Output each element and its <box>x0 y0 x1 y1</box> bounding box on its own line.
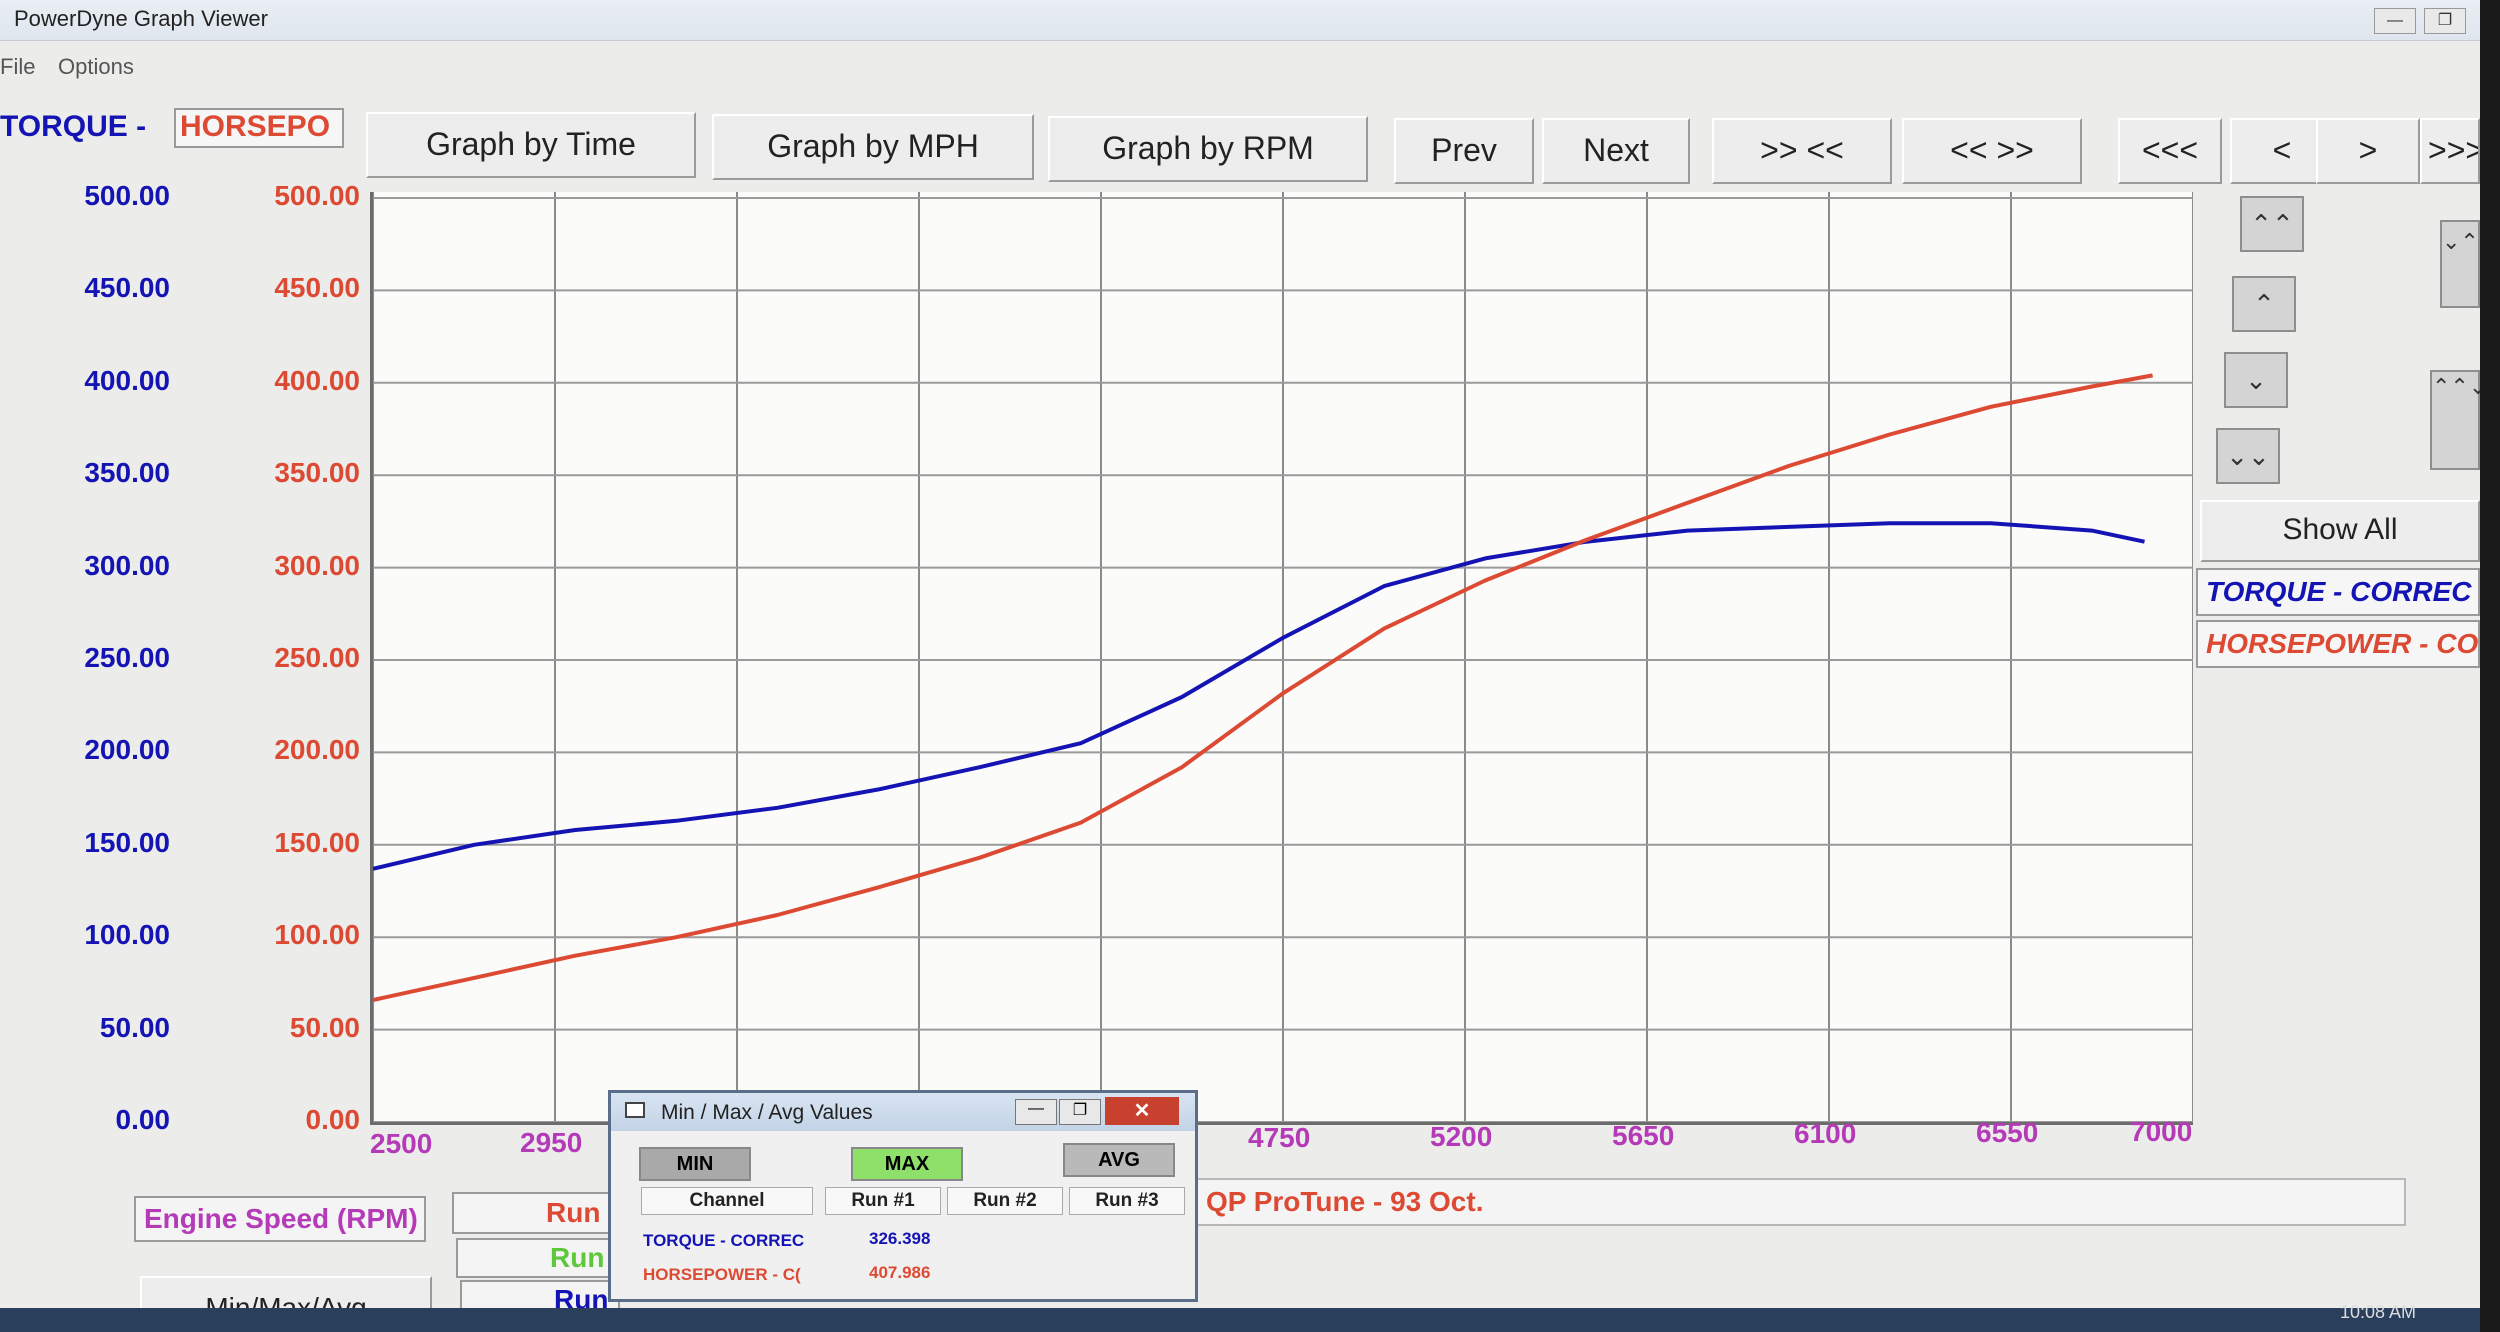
left-tick-label: 350.00 <box>84 457 170 489</box>
row-1-run-1-value: 326.398 <box>869 1229 931 1248</box>
right-tick-label: 100.00 <box>274 919 360 951</box>
show-all-button[interactable]: Show All <box>2200 500 2480 562</box>
avg-button[interactable]: AVG <box>1063 1143 1175 1177</box>
x-tick-label: 6550 <box>1976 1117 2039 1149</box>
left-tick-label: 500.00 <box>84 180 170 211</box>
right-tick-label: 350.00 <box>274 457 360 489</box>
x-tick-label: 6100 <box>1794 1118 1857 1150</box>
left-tick-label: 450.00 <box>84 272 170 304</box>
right-tick-label: 300.00 <box>274 549 360 581</box>
series-line-horsepower <box>372 373 2153 1002</box>
right-axis-title[interactable]: HORSEPO <box>174 108 344 148</box>
scroll-far-left-button[interactable]: <<< <box>2118 118 2222 184</box>
menu-options[interactable]: Options <box>58 54 134 80</box>
x-axis-channel-field[interactable]: Engine Speed (RPM) <box>134 1196 426 1242</box>
right-tick-label: 250.00 <box>274 642 360 673</box>
scroll-far-right-button[interactable]: >>> <box>2420 118 2480 184</box>
right-tick-label: 500.00 <box>274 180 360 211</box>
left-tick-label: 150.00 <box>84 826 170 858</box>
scroll-right-button[interactable]: > <box>2316 118 2420 184</box>
dialog-minimize-button[interactable]: — <box>1015 1099 1057 1125</box>
graph-by-mph-button[interactable]: Graph by MPH <box>712 114 1034 180</box>
graph-area[interactable] <box>370 192 2194 1125</box>
right-tick-label: 400.00 <box>274 364 360 396</box>
window-title: PowerDyne Graph Viewer <box>14 6 268 31</box>
clock[interactable]: 10:08 AM <box>2340 1302 2416 1323</box>
left-tick-label: 250.00 <box>84 642 170 673</box>
scroll-up-button[interactable]: ⌃ <box>2232 276 2296 332</box>
right-scale-down-button[interactable]: ⌃⌃⌄ <box>2430 370 2480 470</box>
left-axis-title: TORQUE - <box>0 110 147 143</box>
series-line-torque <box>372 521 2145 871</box>
minimize-button[interactable]: — <box>2374 8 2416 34</box>
prev-button[interactable]: Prev <box>1394 118 1534 184</box>
left-tick-label: 50.00 <box>99 1011 170 1043</box>
maximize-button[interactable]: ❐ <box>2424 8 2466 34</box>
column-run-1[interactable]: Run #1 <box>825 1187 941 1215</box>
right-tick-label: 200.00 <box>274 734 360 766</box>
column-run-3[interactable]: Run #3 <box>1069 1187 1185 1215</box>
next-button[interactable]: Next <box>1542 118 1690 184</box>
window-icon <box>625 1102 645 1118</box>
left-tick-label: 300.00 <box>84 549 170 581</box>
dialog-maximize-button[interactable]: ❐ <box>1059 1099 1101 1125</box>
left-tick-label: 0.00 <box>115 1104 171 1135</box>
app-window: PowerDyne Graph Viewer — ❐ File Options … <box>0 0 2480 1332</box>
row-2-channel: HORSEPOWER - C( <box>643 1265 801 1284</box>
column-channel[interactable]: Channel <box>641 1187 813 1215</box>
run-description-field[interactable]: QP ProTune - 93 Oct. <box>1196 1178 2406 1226</box>
scroll-down-fast-button[interactable]: ⌄⌄ <box>2216 428 2280 484</box>
x-tick-label: 5200 <box>1430 1120 1493 1152</box>
left-tick-label: 200.00 <box>84 734 170 766</box>
right-tick-label: 50.00 <box>289 1011 360 1043</box>
min-button[interactable]: MIN <box>639 1147 751 1181</box>
max-button[interactable]: MAX <box>851 1147 963 1181</box>
dialog-title-bar: Min / Max / Avg Values — ❐ ✕ <box>611 1093 1195 1131</box>
right-tick-label: 150.00 <box>274 826 360 858</box>
chart-svg <box>372 192 2194 1123</box>
menu-file[interactable]: File <box>0 54 35 80</box>
x-tick-label: 7000 <box>2130 1116 2193 1147</box>
legend-torque[interactable]: TORQUE - CORREC <box>2196 568 2480 616</box>
dialog-close-icon[interactable]: ✕ <box>1105 1097 1179 1125</box>
x-tick-label: 4750 <box>1248 1122 1311 1153</box>
scroll-down-button[interactable]: ⌄ <box>2224 352 2288 408</box>
left-tick-label: 400.00 <box>84 364 170 396</box>
zoom-out-button[interactable]: << >> <box>1902 118 2082 184</box>
x-tick-label: 2950 <box>520 1126 583 1158</box>
run-2-field[interactable]: Run <box>456 1238 616 1278</box>
run-1-field[interactable]: Run <box>452 1192 612 1234</box>
min-max-avg-dialog: Min / Max / Avg Values — ❐ ✕ MIN MAX AVG… <box>608 1090 1198 1302</box>
column-run-2[interactable]: Run #2 <box>947 1187 1063 1215</box>
graph-by-time-button[interactable]: Graph by Time <box>366 112 696 178</box>
menu-bar: File Options <box>0 48 2480 82</box>
scroll-up-fast-button[interactable]: ⌃⌃ <box>2240 196 2304 252</box>
taskbar: 10:08 AM <box>0 1302 2480 1332</box>
row-1-channel: TORQUE - CORREC <box>643 1231 805 1250</box>
title-bar: PowerDyne Graph Viewer — ❐ <box>0 0 2480 41</box>
zoom-in-button[interactable]: >> << <box>1712 118 1892 184</box>
left-tick-label: 100.00 <box>84 919 170 951</box>
row-2-run-1-value: 407.986 <box>869 1263 931 1282</box>
graph-by-rpm-button[interactable]: Graph by RPM <box>1048 116 1368 182</box>
x-tick-label: 2500 <box>370 1128 433 1159</box>
right-tick-label: 0.00 <box>305 1104 361 1135</box>
right-tick-label: 450.00 <box>274 272 360 304</box>
right-scale-up-button[interactable]: ⌄⌃ <box>2440 220 2480 308</box>
legend-horsepower[interactable]: HORSEPOWER - CO <box>2196 620 2480 668</box>
dialog-title: Min / Max / Avg Values <box>661 1101 873 1124</box>
x-tick-label: 5650 <box>1612 1119 1675 1151</box>
